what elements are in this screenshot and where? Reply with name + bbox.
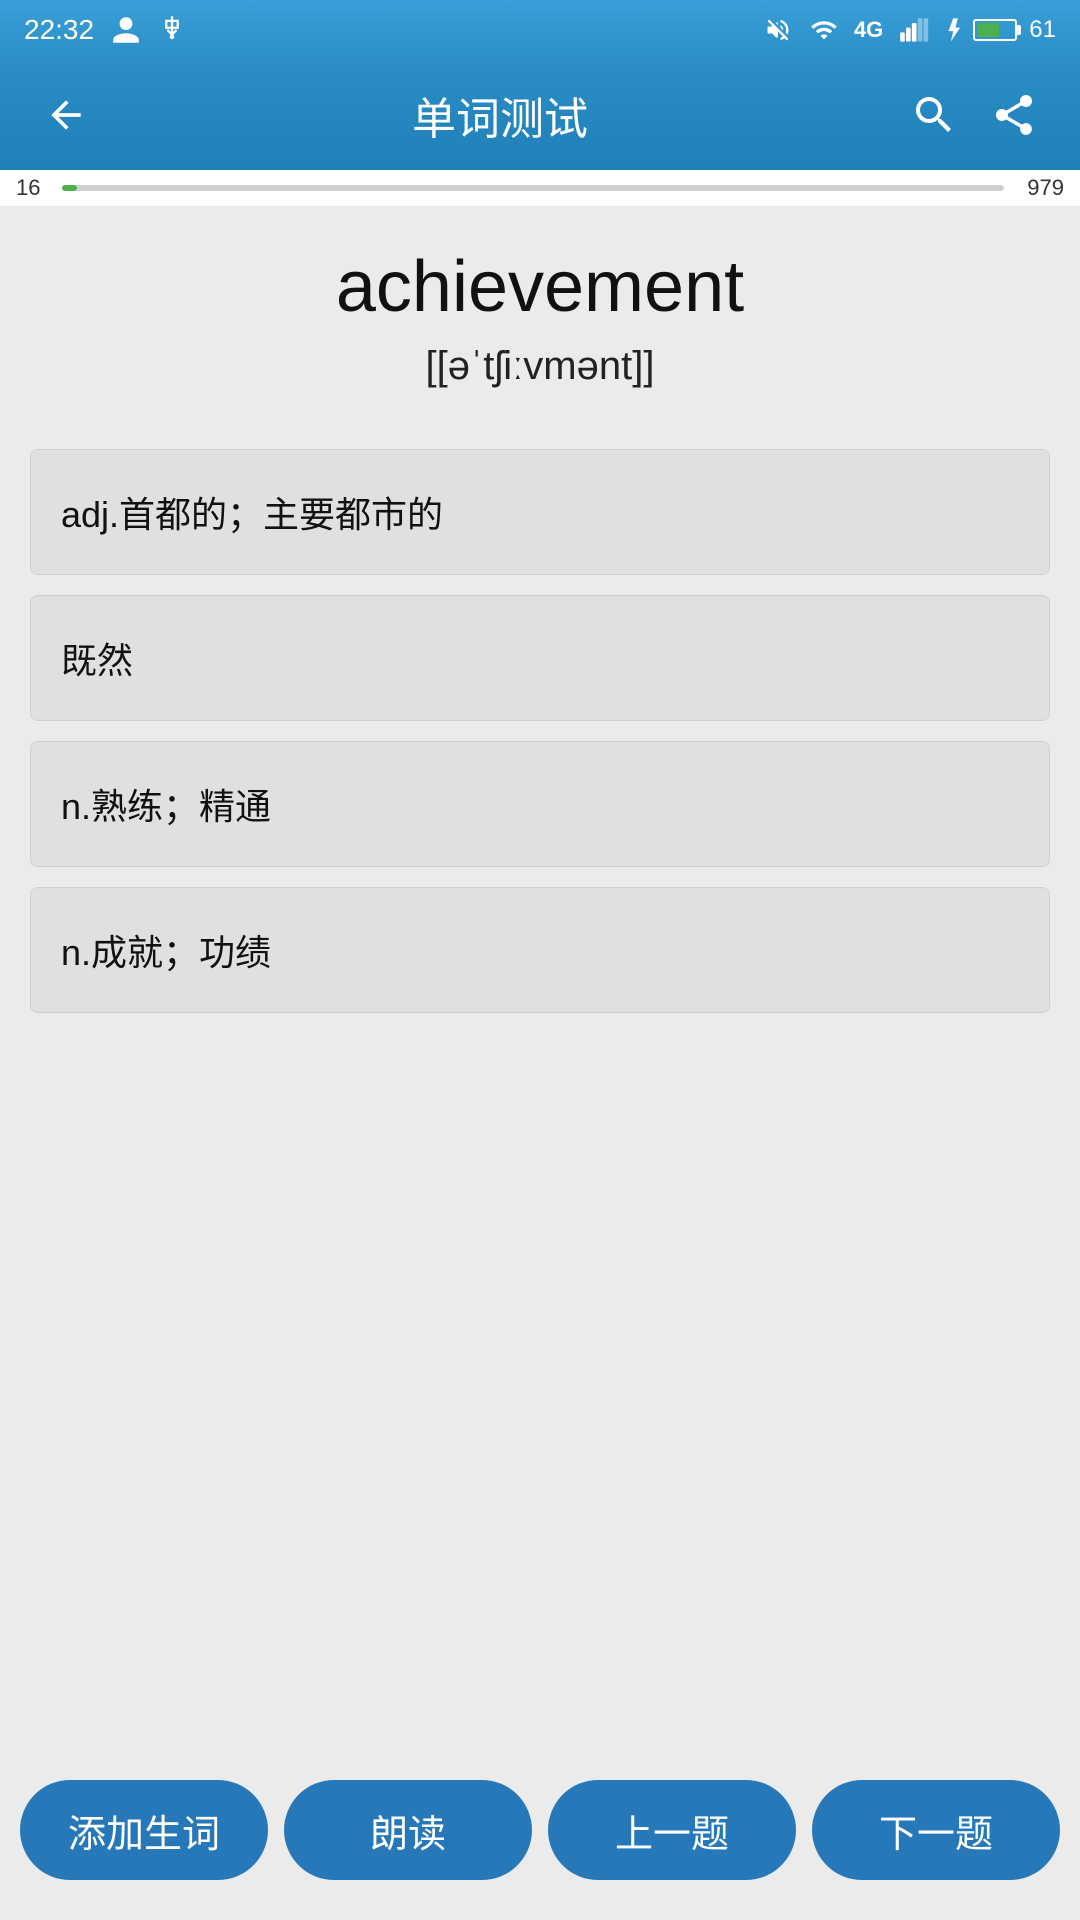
progress-bar-container: 16 979 (0, 170, 1080, 206)
status-bar: 22:32 4G (0, 0, 1080, 60)
charging-icon (943, 16, 961, 44)
progress-current: 16 (16, 175, 52, 201)
add-word-button[interactable]: 添加生词 (20, 1780, 268, 1880)
status-time: 22:32 (24, 14, 94, 46)
option-1[interactable]: adj.首都的；主要都市的 (30, 449, 1050, 575)
app-bar: 单词测试 (0, 60, 1080, 170)
word-phonetic: [[əˈtʃiːvmənt]] (30, 344, 1050, 389)
network-4g: 4G (854, 17, 883, 43)
page-title: 单词测试 (96, 83, 904, 147)
options-container: adj.首都的；主要都市的 既然 n.熟练；精通 n.成就；功绩 (30, 449, 1050, 1013)
status-bar-right: 4G 61 (762, 16, 1056, 44)
spacer (30, 1053, 1050, 1736)
option-4[interactable]: n.成就；功绩 (30, 887, 1050, 1013)
battery-icon (973, 19, 1017, 41)
search-button[interactable] (904, 85, 964, 145)
signal-icon (895, 16, 931, 44)
option-3[interactable]: n.熟练；精通 (30, 741, 1050, 867)
word-section: achievement [[əˈtʃiːvmənt]] (30, 246, 1050, 389)
share-button[interactable] (984, 85, 1044, 145)
next-question-button[interactable]: 下一题 (812, 1780, 1060, 1880)
bottom-bar: 添加生词 朗读 上一题 下一题 (0, 1756, 1080, 1920)
battery-percent: 61 (1029, 16, 1056, 44)
word-text: achievement (30, 246, 1050, 328)
wifi-icon (806, 16, 842, 44)
option-2[interactable]: 既然 (30, 595, 1050, 721)
app-bar-actions (904, 85, 1044, 145)
progress-total: 979 (1014, 175, 1064, 201)
prev-question-button[interactable]: 上一题 (548, 1780, 796, 1880)
main-content: achievement [[əˈtʃiːvmənt]] adj.首都的；主要都市… (0, 206, 1080, 1756)
mute-icon (762, 16, 794, 44)
read-aloud-button[interactable]: 朗读 (284, 1780, 532, 1880)
back-button[interactable] (36, 85, 96, 145)
status-bar-left: 22:32 (24, 14, 186, 46)
person-icon (110, 14, 142, 46)
progress-track (62, 185, 1004, 191)
progress-fill (62, 185, 77, 191)
usb-icon (158, 14, 186, 46)
